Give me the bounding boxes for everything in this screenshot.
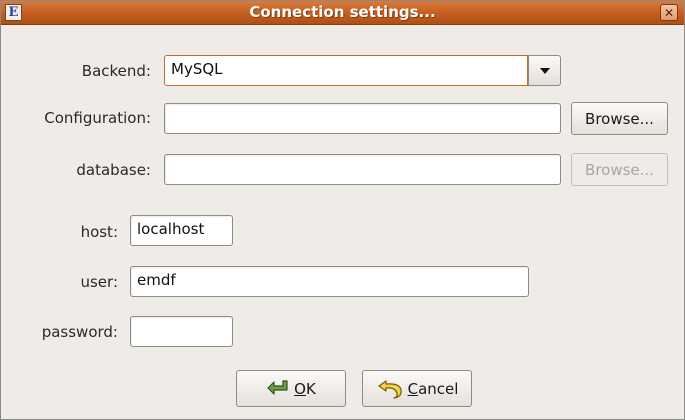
backend-entry[interactable]: MySQL: [164, 55, 528, 86]
database-label: database:: [76, 161, 151, 179]
close-button[interactable]: ✕: [660, 4, 678, 21]
configuration-browse-button[interactable]: Browse...: [571, 102, 668, 135]
title-bar[interactable]: E Connection settings... ✕: [1, 1, 684, 25]
database-field[interactable]: [164, 154, 561, 185]
cancel-button[interactable]: Cancel: [362, 370, 472, 407]
chevron-down-icon: [539, 67, 550, 74]
database-browse-button[interactable]: Browse...: [571, 153, 668, 186]
host-field[interactable]: localhost: [130, 215, 233, 246]
configuration-label: Configuration:: [44, 109, 151, 127]
host-label: host:: [80, 223, 118, 241]
backend-label: Backend:: [81, 62, 151, 80]
user-field[interactable]: emdf: [130, 266, 529, 297]
ok-label: OK: [294, 379, 316, 398]
password-field[interactable]: [130, 316, 233, 347]
configuration-field[interactable]: [164, 103, 561, 134]
undo-icon: [376, 378, 404, 400]
window-title: Connection settings...: [249, 3, 436, 21]
password-label: password:: [41, 323, 118, 341]
ok-arrow-icon: [266, 379, 290, 399]
backend-combo[interactable]: MySQL: [164, 55, 561, 86]
connection-settings-dialog: E Connection settings... ✕ Backend: MySQ…: [0, 0, 685, 420]
ok-button[interactable]: OK: [236, 370, 346, 407]
user-label: user:: [80, 273, 118, 291]
close-icon: ✕: [663, 5, 675, 20]
backend-dropdown-button[interactable]: [528, 55, 561, 86]
cancel-label: Cancel: [407, 379, 459, 398]
